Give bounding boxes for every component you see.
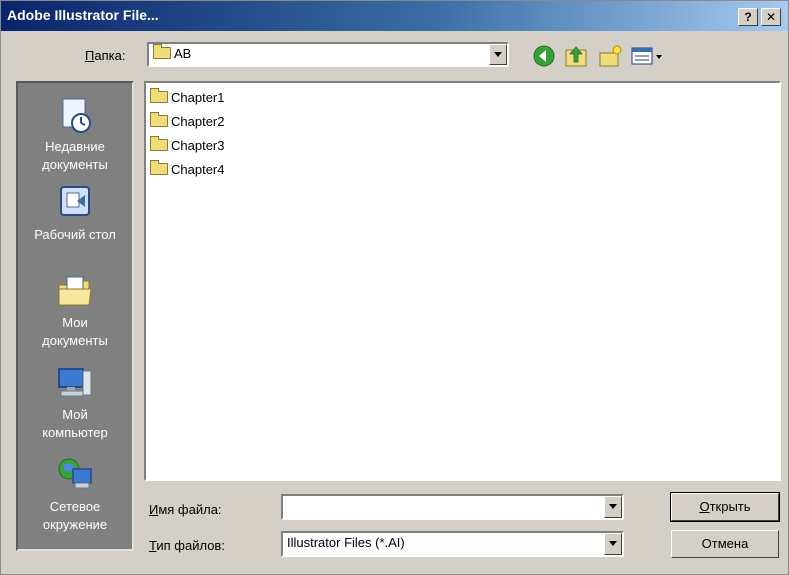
new-folder-icon[interactable] — [597, 43, 623, 69]
filename-label: Имя файла: — [149, 502, 222, 517]
place-desktop[interactable]: Рабочий стол — [18, 183, 132, 244]
cancel-button[interactable]: Отмена — [671, 530, 779, 558]
folder-combo[interactable]: AB — [147, 42, 509, 67]
up-folder-icon[interactable] — [563, 43, 589, 69]
folder-icon — [150, 112, 168, 127]
place-network[interactable]: Сетевое окружение — [18, 455, 132, 534]
place-my-computer[interactable]: Мой компьютер — [18, 363, 132, 442]
close-button[interactable]: ✕ — [761, 8, 781, 26]
folder-dropdown-arrow[interactable] — [489, 44, 507, 65]
list-item[interactable]: Chapter1 — [150, 88, 224, 105]
list-item[interactable]: Chapter4 — [150, 160, 224, 177]
my-documents-icon — [58, 276, 92, 306]
folder-icon — [150, 136, 168, 151]
window-title: Adobe Illustrator File... — [7, 7, 159, 23]
filename-dropdown-arrow[interactable] — [604, 496, 622, 518]
network-places-icon — [58, 458, 92, 489]
my-computer-icon — [58, 368, 92, 397]
list-item[interactable]: Chapter3 — [150, 136, 224, 153]
places-bar: Недавние документы Рабочий стол Мои доку… — [16, 81, 134, 551]
filetype-select[interactable]: Illustrator Files (*.AI) — [281, 531, 624, 557]
open-file-dialog: Adobe Illustrator File... ? ✕ Папка: AB — [0, 0, 789, 575]
recent-documents-icon — [62, 98, 91, 133]
folder-icon — [153, 44, 171, 59]
back-icon[interactable] — [531, 43, 557, 69]
help-button[interactable]: ? — [738, 8, 758, 26]
filetype-label: Тип файлов: — [149, 538, 225, 553]
folder-value: AB — [174, 46, 192, 61]
list-item[interactable]: Chapter2 — [150, 112, 224, 129]
filetype-value: Illustrator Files (*.AI) — [287, 535, 405, 550]
title-bar[interactable]: Adobe Illustrator File... ? ✕ — [1, 1, 788, 31]
place-my-documents[interactable]: Мои документы — [18, 271, 132, 350]
open-button[interactable]: Открыть — [670, 492, 780, 522]
file-list[interactable]: Chapter1 Chapter2 Chapter3 Chapter4 — [144, 81, 781, 481]
place-recent-documents[interactable]: Недавние документы — [18, 95, 132, 174]
folder-icon — [150, 160, 168, 175]
filetype-dropdown-arrow[interactable] — [604, 533, 622, 555]
folder-icon — [150, 88, 168, 103]
filename-input[interactable] — [281, 494, 624, 520]
folder-label: Папка: — [85, 48, 126, 63]
view-menu-icon[interactable] — [629, 43, 665, 69]
desktop-icon — [60, 186, 90, 216]
